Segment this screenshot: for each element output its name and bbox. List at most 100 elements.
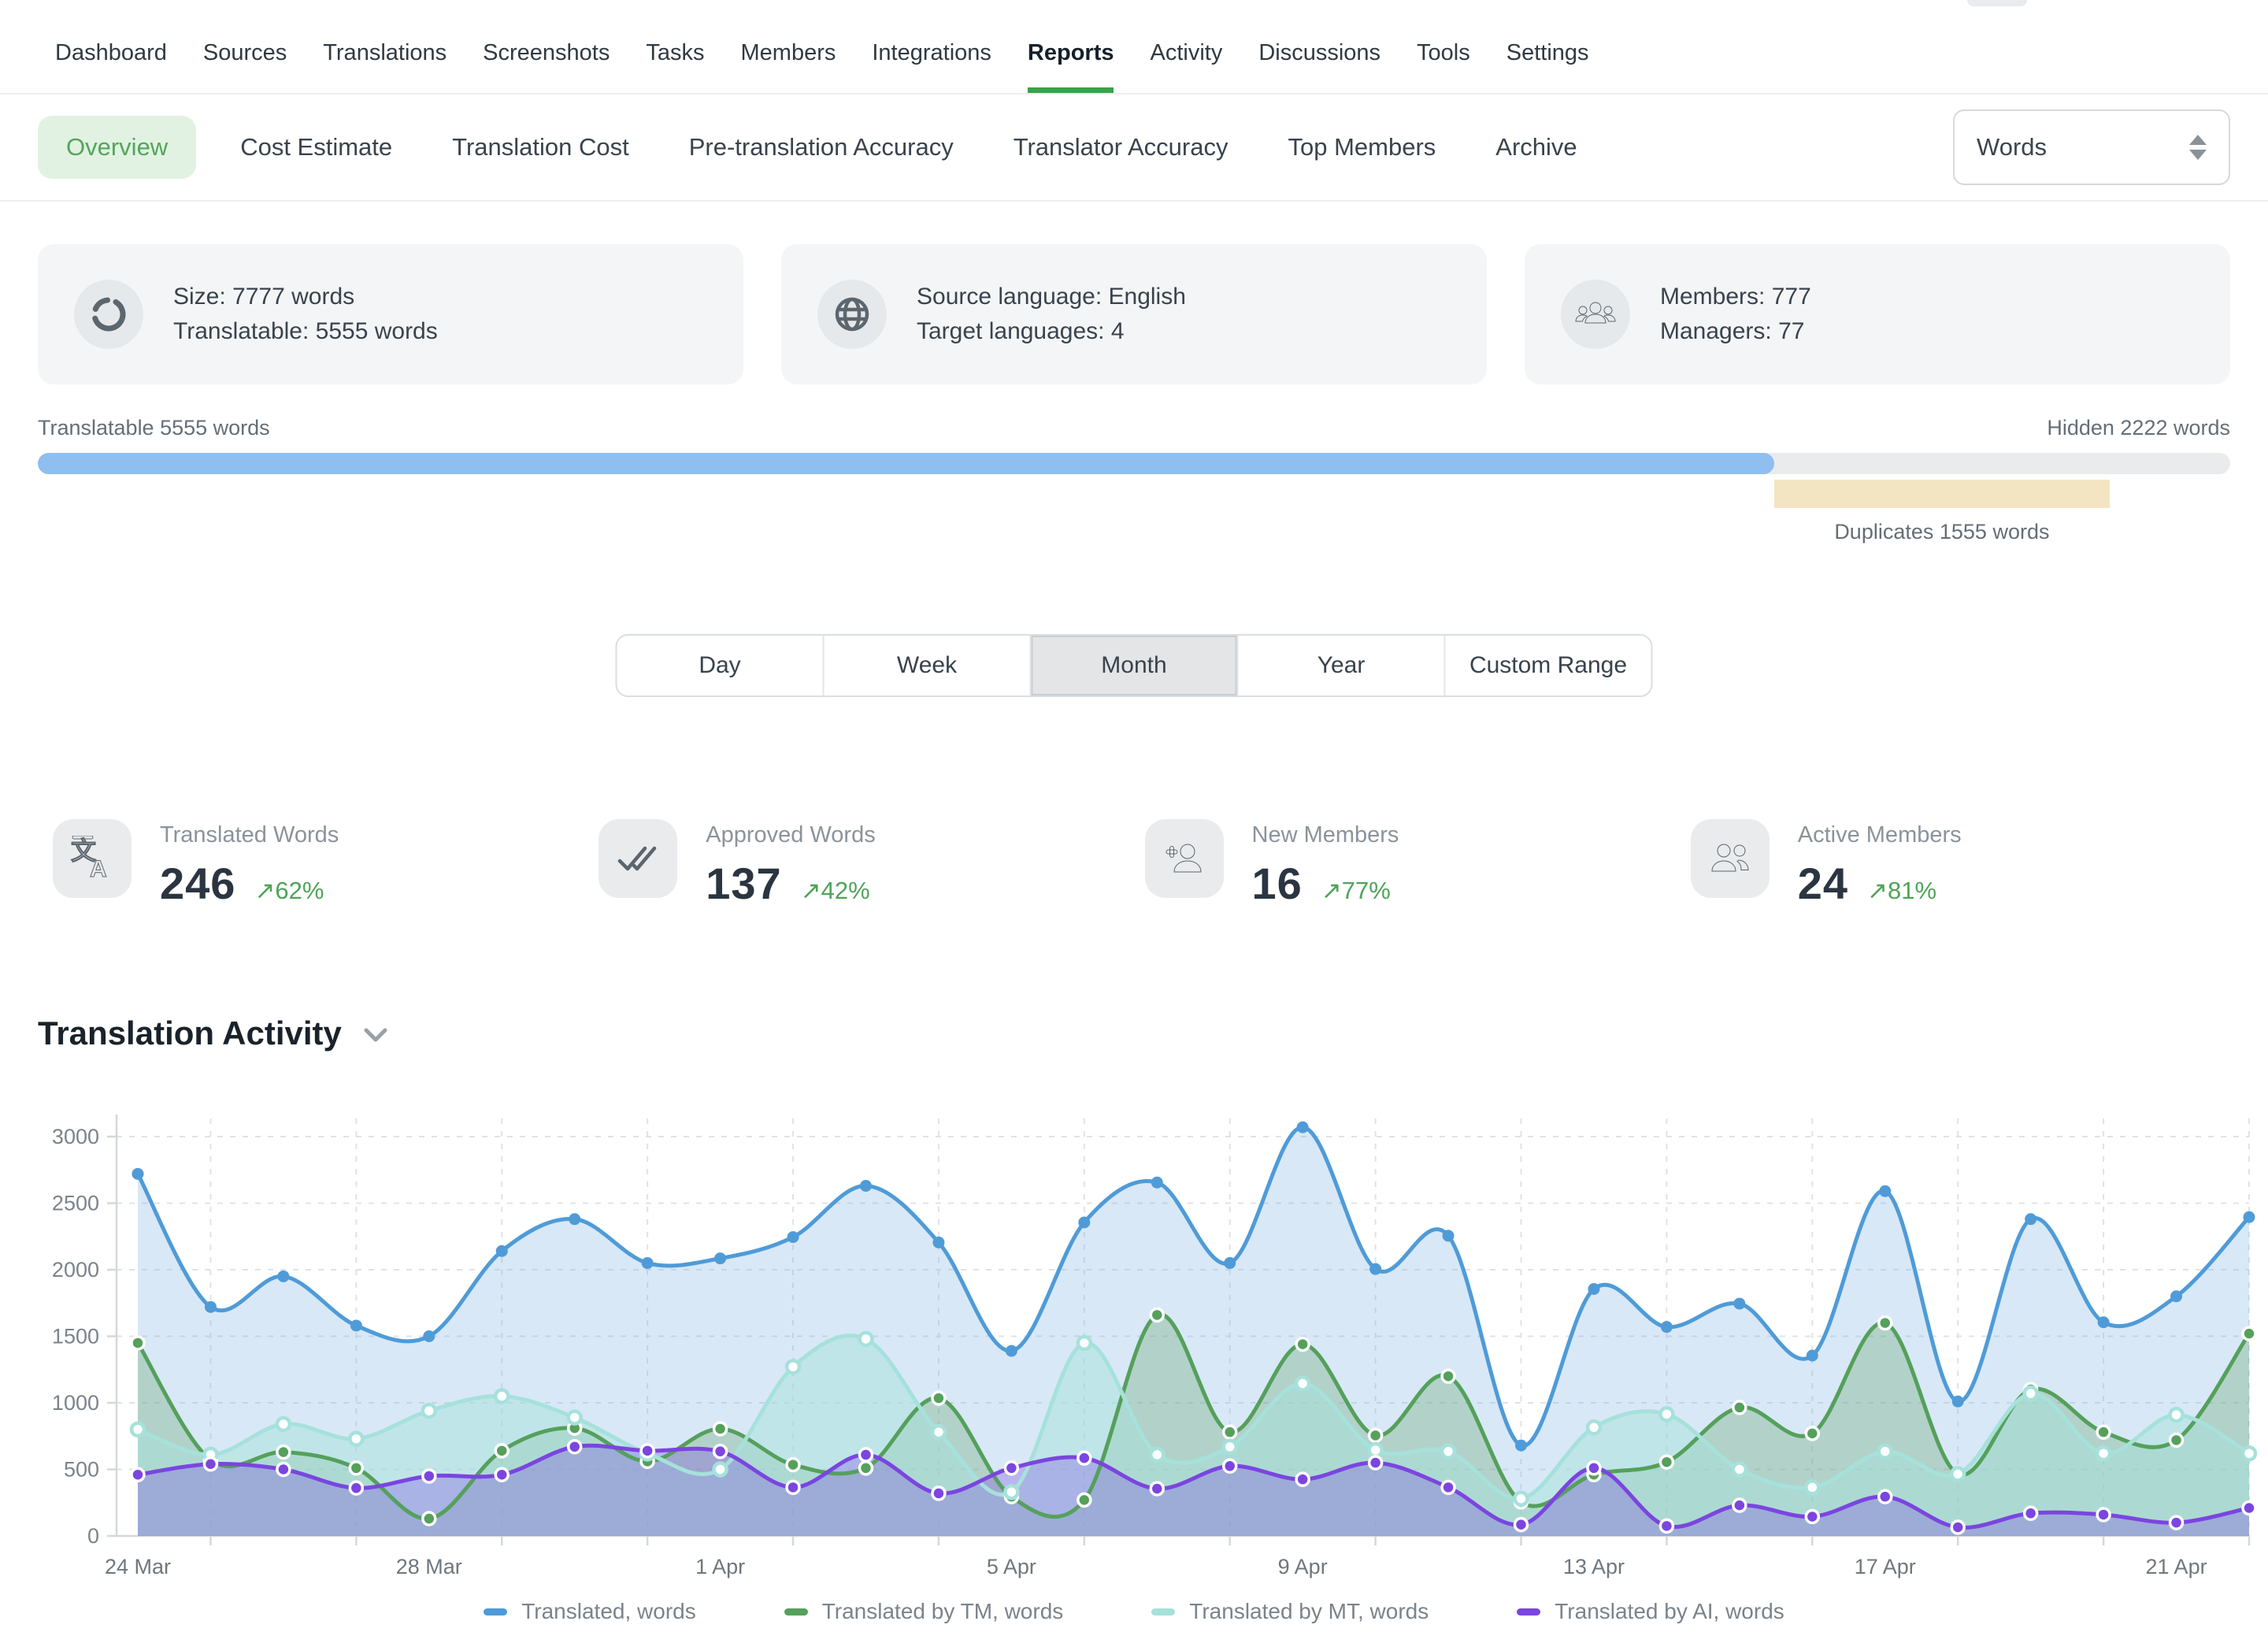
svg-text:1000: 1000 (52, 1391, 99, 1415)
range-year-button[interactable]: Year (1237, 636, 1444, 696)
reports-page: Dashboard Sources Translations Screensho… (0, 0, 2268, 1647)
legend-label: Translated, words (521, 1599, 696, 1624)
duplicates-label: Duplicates 1555 words (1834, 520, 2049, 544)
nav-item-dashboard[interactable]: Dashboard (55, 0, 167, 93)
new-members-stat: New Members 16 ↗77% (1145, 819, 1691, 909)
stat-value: 246 (160, 858, 235, 909)
members-card: Members: 777 Managers: 77 (1525, 244, 2230, 384)
size-card: Size: 7777 words Translatable: 5555 word… (38, 244, 743, 384)
legend-swatch-tm (784, 1608, 808, 1615)
activity-chart: 05001000150020002500300024 Mar28 Mar1 Ap… (0, 1099, 2268, 1647)
svg-text:21 Apr: 21 Apr (2146, 1555, 2207, 1578)
stat-label: Active Members (1798, 822, 1962, 848)
unit-select[interactable]: Words (1953, 109, 2230, 185)
tab-pretranslation-accuracy[interactable]: Pre-translation Accuracy (689, 133, 954, 161)
legend-translated-tm[interactable]: Translated by TM, words (784, 1599, 1064, 1624)
stat-value: 24 (1798, 858, 1848, 909)
range-week-button[interactable]: Week (823, 636, 1030, 696)
svg-text:17 Apr: 17 Apr (1855, 1555, 1916, 1578)
translated-words-stat: 文 A Translated Words 246 ↗62% (53, 819, 598, 909)
legend-label: Translated by TM, words (822, 1599, 1064, 1624)
nav-item-tools[interactable]: Tools (1417, 0, 1470, 93)
nav-item-members[interactable]: Members (741, 0, 836, 93)
svg-text:1 Apr: 1 Apr (695, 1555, 745, 1578)
target-languages: Target languages: 4 (917, 314, 1186, 349)
nav-item-translations[interactable]: Translations (323, 0, 447, 93)
top-navigation: Dashboard Sources Translations Screensho… (0, 0, 2268, 95)
active-members-stat: Active Members 24 ↗81% (1691, 819, 2236, 909)
svg-text:5 Apr: 5 Apr (987, 1555, 1036, 1578)
svg-text:1500: 1500 (52, 1325, 99, 1348)
svg-text:A: A (90, 856, 107, 881)
legend-translated-mt[interactable]: Translated by MT, words (1151, 1599, 1429, 1624)
svg-text:0: 0 (87, 1524, 99, 1548)
svg-text:3000: 3000 (52, 1125, 99, 1148)
section-title-text: Translation Activity (38, 1015, 342, 1052)
members-count: Members: 777 (1660, 280, 1811, 314)
person-add-icon (1145, 819, 1224, 898)
nav-item-sources[interactable]: Sources (203, 0, 287, 93)
people-icon (1691, 819, 1770, 898)
range-day-button[interactable]: Day (617, 636, 823, 696)
stat-delta: ↗81% (1867, 877, 1936, 905)
tab-archive[interactable]: Archive (1495, 133, 1577, 161)
date-range-control: Day Week Month Year Custom Range (616, 634, 1653, 697)
globe-icon (817, 280, 887, 349)
range-month-button[interactable]: Month (1030, 636, 1237, 696)
tab-cost-estimate[interactable]: Cost Estimate (240, 133, 392, 161)
nav-item-discussions[interactable]: Discussions (1258, 0, 1380, 93)
select-caret-icon (2189, 135, 2207, 160)
range-custom-button[interactable]: Custom Range (1444, 636, 1651, 696)
nav-item-reports[interactable]: Reports (1028, 0, 1114, 93)
translate-icon: 文 A (53, 819, 132, 898)
stat-delta: ↗62% (254, 877, 324, 905)
duplicates-bar-segment (1774, 480, 2110, 508)
legend-label: Translated by AI, words (1555, 1599, 1784, 1624)
stat-value: 16 (1252, 858, 1303, 909)
svg-text:24 Mar: 24 Mar (105, 1555, 171, 1578)
stat-delta: ↗77% (1321, 877, 1391, 905)
svg-text:2000: 2000 (52, 1258, 99, 1282)
stat-value: 137 (706, 858, 781, 909)
legend-swatch-translated (484, 1608, 507, 1615)
nav-item-settings[interactable]: Settings (1506, 0, 1589, 93)
nav-item-screenshots[interactable]: Screenshots (483, 0, 610, 93)
legend-swatch-mt (1151, 1608, 1175, 1615)
chart-legend: Translated, words Translated by TM, word… (0, 1599, 2268, 1624)
hidden-label: Hidden 2222 words (2047, 416, 2230, 440)
tab-translation-cost[interactable]: Translation Cost (452, 133, 629, 161)
project-translatable: Translatable: 5555 words (173, 314, 438, 349)
stat-label: Translated Words (160, 822, 339, 848)
nav-item-tasks[interactable]: Tasks (646, 0, 704, 93)
tab-top-members[interactable]: Top Members (1288, 133, 1436, 161)
legend-swatch-ai (1517, 1608, 1540, 1615)
stat-label: Approved Words (706, 822, 875, 848)
svg-text:500: 500 (64, 1458, 99, 1482)
report-tabs: Overview Cost Estimate Translation Cost … (0, 95, 2268, 202)
legend-translated-ai[interactable]: Translated by AI, words (1517, 1599, 1784, 1624)
svg-text:9 Apr: 9 Apr (1278, 1555, 1328, 1578)
stat-tiles: 文 A Translated Words 246 ↗62% Approved W… (53, 819, 2236, 909)
svg-text:28 Mar: 28 Mar (396, 1555, 462, 1578)
nav-item-integrations[interactable]: Integrations (872, 0, 991, 93)
language-card: Source language: English Target language… (781, 244, 1487, 384)
unit-select-value: Words (1977, 133, 2047, 161)
words-progress: Translatable 5555 words Hidden 2222 word… (38, 416, 2230, 550)
donut-chart-icon (74, 280, 143, 349)
words-progress-bar (38, 453, 2230, 474)
project-info-cards: Size: 7777 words Translatable: 5555 word… (38, 244, 2230, 384)
legend-translated[interactable]: Translated, words (484, 1599, 696, 1624)
source-language: Source language: English (917, 280, 1186, 314)
nav-item-activity[interactable]: Activity (1150, 0, 1222, 93)
stat-label: New Members (1252, 822, 1399, 848)
tab-overview[interactable]: Overview (38, 116, 196, 179)
section-title: Translation Activity (38, 1015, 389, 1052)
approved-words-stat: Approved Words 137 ↗42% (598, 819, 1144, 909)
translatable-label: Translatable 5555 words (38, 416, 270, 440)
stat-delta: ↗42% (801, 877, 870, 905)
project-size: Size: 7777 words (173, 280, 438, 314)
chevron-down-icon[interactable] (362, 1015, 389, 1052)
legend-label: Translated by MT, words (1189, 1599, 1429, 1624)
tab-translator-accuracy[interactable]: Translator Accuracy (1014, 133, 1228, 161)
managers-count: Managers: 77 (1660, 314, 1811, 349)
